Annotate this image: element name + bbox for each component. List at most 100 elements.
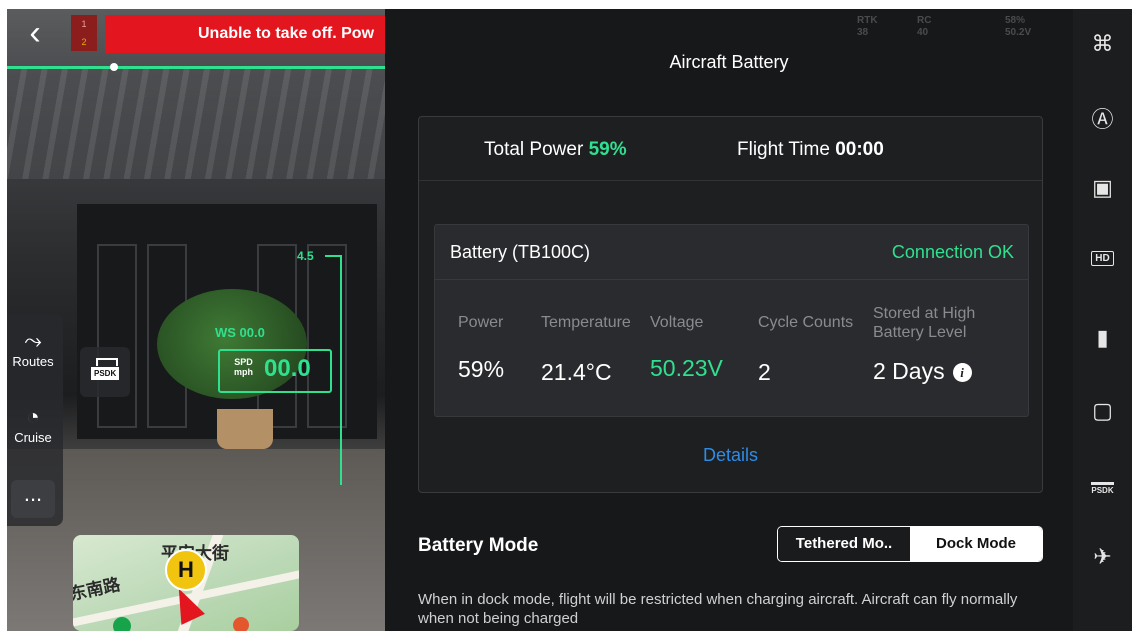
speed-unit: SPD mph xyxy=(234,357,253,377)
rc-label: RC xyxy=(917,15,932,26)
speed-unit-top: SPD xyxy=(234,357,253,367)
info-icon[interactable]: i xyxy=(952,363,972,383)
battery-icon: ▮ xyxy=(1096,325,1109,350)
flight-time-label: Flight Time xyxy=(737,139,830,160)
attitude-indicator-dot xyxy=(110,63,118,71)
dock-mode-button[interactable]: Dock Mode xyxy=(910,527,1042,561)
drone-icon: ⌘ xyxy=(1091,31,1114,56)
battery-summary-card: Total Power 59% Flight Time 00:00 Batter… xyxy=(418,116,1043,493)
rtk-value: 38 xyxy=(857,27,869,38)
hd-icon: HD xyxy=(1091,251,1114,266)
temperature-label: Temperature xyxy=(541,314,631,331)
battery-header: Battery (TB100C) Connection OK xyxy=(435,225,1028,280)
chevron-left-icon: ‹ xyxy=(29,14,41,52)
connection-status: Connection OK xyxy=(891,242,1014,262)
power-label: Power xyxy=(458,314,504,331)
takeoff-warning-banner[interactable]: Unable to take off. Pow xyxy=(105,15,385,53)
camera-feed: ‹ 1 2 Unable to take off. Pow 4.5 WS 00.… xyxy=(7,9,385,631)
battery-volt: 50.2V xyxy=(1005,27,1032,38)
wind-speed-readout: WS 00.0 xyxy=(215,325,265,340)
map-poi-icon xyxy=(233,617,249,631)
stored-high-label-line: Battery Level xyxy=(873,324,967,341)
cycle-counts-value: 2 xyxy=(758,359,771,385)
home-point-icon: H xyxy=(165,549,207,591)
gauge-icon: ◔ xyxy=(26,404,40,429)
cycle-counts-label: Cycle Counts xyxy=(758,314,854,331)
details-link[interactable]: Details xyxy=(419,445,1042,466)
right-toolbar: ⌘ Ⓐ ▣ HD ▮ ▢ PSDK ✈ xyxy=(1073,9,1132,631)
map-poi-icon xyxy=(113,617,131,631)
stored-high-label: Stored at High Battery Level xyxy=(873,304,975,342)
battery-mode-selector: Tethered Mo.. Dock Mode xyxy=(777,526,1043,562)
rtk-label: RTK xyxy=(857,15,878,26)
remote-controller-button[interactable]: ▣ xyxy=(1073,175,1132,201)
attitude-line xyxy=(7,66,385,69)
power-value: 59% xyxy=(458,356,505,382)
power-summary-row: Total Power 59% Flight Time 00:00 xyxy=(419,117,1042,181)
app-screen: ‹ 1 2 Unable to take off. Pow 4.5 WS 00.… xyxy=(7,9,1132,631)
cruise-label: Cruise xyxy=(14,430,52,445)
more-button[interactable]: ... xyxy=(11,480,55,518)
temperature-value: 21.4°C xyxy=(541,359,612,385)
battery-pct: 58% xyxy=(1005,15,1026,26)
altitude-scale xyxy=(340,255,345,485)
badge-line: 1 xyxy=(81,19,87,29)
speed-value: 00.0 xyxy=(264,355,311,382)
voltage-value: 50.23V xyxy=(650,355,723,381)
battery-detail-box: Battery (TB100C) Connection OK Power Tem… xyxy=(434,224,1029,417)
camera-scene-ceiling xyxy=(7,69,385,179)
status-badge: 1 2 xyxy=(71,15,97,51)
battery-mode-title: Battery Mode xyxy=(418,535,539,556)
satellite-icon: ✈ xyxy=(1093,544,1112,569)
satellite-settings-button[interactable]: ✈ xyxy=(1073,544,1132,570)
aircraft-settings-button[interactable]: ⌘ xyxy=(1073,31,1132,57)
psdk-settings-button[interactable]: PSDK xyxy=(1073,473,1132,499)
back-button[interactable]: ‹ xyxy=(13,13,57,57)
tethered-mode-button[interactable]: Tethered Mo.. xyxy=(778,527,910,561)
details-link-label: Details xyxy=(702,445,759,465)
mission-rail: ⤳ Routes ◔ Cruise ... xyxy=(7,314,63,526)
page-title: Aircraft Battery xyxy=(669,52,789,72)
psdk-icon: PSDK xyxy=(1091,482,1114,495)
flight-time-value: 00:00 xyxy=(835,139,884,160)
flight-control-icon: Ⓐ xyxy=(1091,107,1114,132)
stored-high-label-line: Stored at High xyxy=(873,305,976,322)
stored-days-value: 2 Days xyxy=(873,358,945,384)
total-power-label: Total Power xyxy=(484,139,584,160)
camera-icon: ▢ xyxy=(1092,398,1113,423)
minimap[interactable]: 平安大街 东南路 H xyxy=(73,535,299,631)
battery-name: Battery (TB100C) xyxy=(450,242,591,262)
route-icon: ⤳ xyxy=(24,328,42,353)
battery-settings-button[interactable]: ▮ xyxy=(1073,325,1132,351)
psdk-label: PSDK xyxy=(91,367,120,380)
routes-button[interactable]: ⤳ Routes xyxy=(7,328,59,369)
total-power-value: 59% xyxy=(588,139,627,160)
rtk-status: RTK 38 xyxy=(857,15,878,39)
rc-value: 40 xyxy=(917,27,929,38)
payload-icon xyxy=(96,358,118,366)
psdk-button[interactable]: PSDK xyxy=(80,347,130,397)
flight-control-button[interactable]: Ⓐ xyxy=(1073,102,1132,134)
remote-controller-icon: ▣ xyxy=(1092,175,1113,200)
altitude-tick xyxy=(325,255,341,257)
speed-unit-bottom: mph xyxy=(234,367,253,377)
flight-time: Flight Time 00:00 xyxy=(737,139,884,161)
camera-scene-pane xyxy=(97,244,137,428)
routes-label: Routes xyxy=(12,354,54,369)
battery-mode-description: When in dock mode, flight will be restri… xyxy=(418,591,1018,627)
cruise-button[interactable]: ◔ Cruise xyxy=(7,404,59,445)
image-transmission-button[interactable]: HD xyxy=(1073,251,1132,266)
speed-readout: SPD mph 00.0 xyxy=(218,349,332,393)
total-power: Total Power 59% xyxy=(484,139,627,161)
stored-days: 2 Days i xyxy=(873,358,972,385)
badge-line: 2 xyxy=(81,37,87,47)
rc-signal-status: RC 40 xyxy=(917,15,931,39)
camera-scene-pot xyxy=(217,409,273,449)
warning-text: Unable to take off. Pow xyxy=(198,25,375,42)
map-street-label: 东南路 xyxy=(73,574,122,605)
aircraft-battery-panel: RTK 38 RC 40 58% 50.2V Aircraft Battery … xyxy=(385,9,1073,631)
camera-settings-button[interactable]: ▢ xyxy=(1073,398,1132,424)
voltage-label: Voltage xyxy=(650,314,704,331)
battery-status: 58% 50.2V xyxy=(1005,15,1031,39)
altitude-tick-label: 4.5 xyxy=(297,249,314,263)
